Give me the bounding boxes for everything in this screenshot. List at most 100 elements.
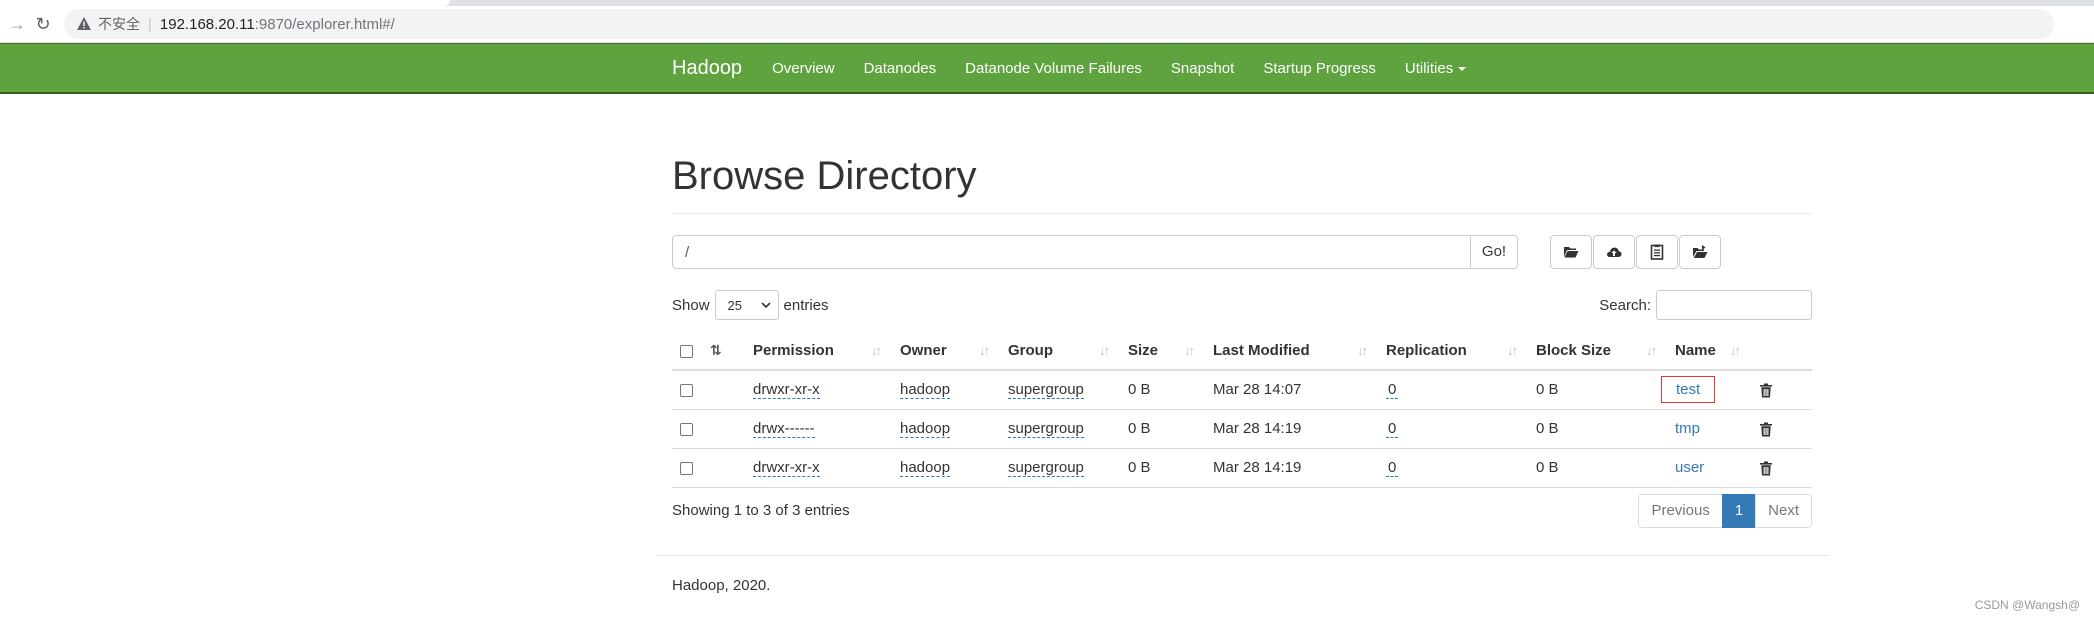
owner-cell: hadoop bbox=[892, 409, 1000, 449]
column-header-last-modified[interactable]: Last Modified ↓↑ bbox=[1205, 332, 1378, 371]
url-separator: | bbox=[148, 15, 152, 33]
row-checkbox-cell bbox=[672, 409, 702, 449]
trash-icon[interactable] bbox=[1759, 422, 1773, 437]
sort-icon: ↓↑ bbox=[1099, 343, 1110, 358]
cloud-upload-icon bbox=[1607, 247, 1622, 257]
nav-overview[interactable]: Overview bbox=[772, 60, 835, 77]
entries-per-page-select[interactable]: 25 bbox=[714, 290, 779, 320]
owner-value[interactable]: hadoop bbox=[900, 459, 951, 477]
nav-utilities-dropdown[interactable]: Utilities bbox=[1404, 60, 1467, 77]
search-input[interactable] bbox=[1656, 290, 1812, 320]
header-label: Replication bbox=[1386, 342, 1467, 359]
size-cell: 0 B bbox=[1120, 370, 1205, 410]
page-1-button[interactable]: 1 bbox=[1721, 494, 1757, 528]
nav-datanode-volume-failures[interactable]: Datanode Volume Failures bbox=[965, 60, 1142, 77]
directory-link[interactable]: test bbox=[1676, 381, 1700, 398]
column-header-group[interactable]: Group ↓↑ bbox=[1000, 332, 1120, 371]
actions-header bbox=[1751, 332, 1812, 371]
nav-utilities-label: Utilities bbox=[1404, 60, 1454, 77]
name-cell: tmp bbox=[1667, 409, 1751, 449]
permission-value[interactable]: drwx------ bbox=[753, 420, 815, 438]
header-label: Group bbox=[1008, 342, 1053, 359]
navbar-brand[interactable]: Hadoop bbox=[672, 57, 742, 80]
delete-cell bbox=[1751, 370, 1812, 410]
sort-header[interactable]: ⇅ bbox=[702, 332, 745, 371]
column-header-size[interactable]: Size ↓↑ bbox=[1120, 332, 1205, 371]
column-header-permission[interactable]: Permission ↓↑ bbox=[745, 332, 892, 371]
permission-value[interactable]: drwxr-xr-x bbox=[753, 381, 820, 400]
table-row: drwxr-xr-x hadoop supergroup 0 B Mar 28 … bbox=[672, 370, 1812, 410]
column-header-replication[interactable]: Replication ↓↑ bbox=[1378, 332, 1528, 371]
name-highlight-box: test bbox=[1661, 376, 1716, 404]
row-checkbox[interactable] bbox=[680, 383, 693, 397]
replication-cell: 0 bbox=[1378, 448, 1528, 488]
entries-label: entries bbox=[783, 296, 829, 314]
address-bar[interactable]: 不安全 | 192.168.20.11:9870/explorer.html#/ bbox=[64, 9, 2054, 39]
reload-icon[interactable]: ↻ bbox=[30, 14, 56, 35]
move-to-button[interactable] bbox=[1679, 235, 1721, 269]
header-label: Size bbox=[1128, 342, 1159, 359]
row-checkbox[interactable] bbox=[680, 461, 693, 475]
column-header-name[interactable]: Name ↓↑ bbox=[1667, 332, 1751, 371]
permission-value[interactable]: drwxr-xr-x bbox=[753, 459, 820, 477]
permission-cell: drwxr-xr-x bbox=[745, 448, 892, 488]
replication-cell: 0 bbox=[1378, 370, 1528, 410]
trash-icon[interactable] bbox=[1759, 461, 1773, 476]
owner-value[interactable]: hadoop bbox=[900, 420, 951, 438]
replication-value[interactable]: 0 bbox=[1386, 381, 1399, 400]
row-checkbox[interactable] bbox=[680, 422, 693, 436]
nav-startup-progress[interactable]: Startup Progress bbox=[1263, 60, 1376, 77]
trash-icon[interactable] bbox=[1759, 383, 1773, 398]
replication-value[interactable]: 0 bbox=[1386, 459, 1399, 477]
url-host: 192.168.20.11 bbox=[159, 15, 255, 33]
back-arrow-icon[interactable]: → bbox=[4, 14, 30, 35]
row-spacer-cell bbox=[702, 448, 745, 488]
top-navbar: Hadoop Overview Datanodes Datanode Volum… bbox=[0, 43, 2094, 94]
column-header-owner[interactable]: Owner ↓↑ bbox=[892, 332, 1000, 371]
group-cell: supergroup bbox=[1000, 370, 1120, 410]
replication-cell: 0 bbox=[1378, 409, 1528, 449]
header-label: Owner bbox=[900, 342, 947, 359]
table-header-row: ⇅ Permission ↓↑ Owner ↓↑ Group ↓↑ Size ↓↑ La… bbox=[672, 332, 1812, 371]
directory-link[interactable]: tmp bbox=[1675, 420, 1700, 437]
directory-path-input[interactable] bbox=[672, 235, 1471, 269]
select-all-checkbox[interactable] bbox=[680, 344, 693, 358]
go-button[interactable]: Go! bbox=[1470, 235, 1518, 269]
paste-button[interactable] bbox=[1636, 235, 1678, 269]
header-label: Block Size bbox=[1536, 342, 1612, 359]
modified-cell: Mar 28 14:19 bbox=[1205, 409, 1378, 449]
file-listing-table: ⇅ Permission ↓↑ Owner ↓↑ Group ↓↑ Size ↓↑ La… bbox=[672, 332, 1812, 488]
size-cell: 0 B bbox=[1120, 409, 1205, 449]
table-row: drwxr-xr-x hadoop supergroup 0 B Mar 28 … bbox=[672, 448, 1812, 488]
group-value[interactable]: supergroup bbox=[1008, 459, 1084, 477]
url-path: :9870/explorer.html#/ bbox=[254, 15, 395, 33]
header-label: Name bbox=[1675, 342, 1716, 359]
header-label: Last Modified bbox=[1213, 342, 1310, 359]
upload-files-button[interactable] bbox=[1593, 235, 1635, 269]
search-control: Search: bbox=[1599, 290, 1812, 320]
name-cell: user bbox=[1667, 448, 1751, 488]
next-page-button[interactable]: Next bbox=[1755, 494, 1812, 528]
create-directory-button[interactable] bbox=[1550, 235, 1592, 269]
group-value[interactable]: supergroup bbox=[1008, 381, 1084, 400]
pagination: Previous 1 Next bbox=[1638, 494, 1812, 528]
column-header-block-size[interactable]: Block Size ↓↑ bbox=[1528, 332, 1667, 371]
previous-page-button[interactable]: Previous bbox=[1638, 494, 1723, 528]
directory-link[interactable]: user bbox=[1675, 459, 1704, 476]
select-all-header bbox=[672, 332, 702, 371]
folder-open-icon bbox=[1564, 247, 1579, 258]
nav-snapshot[interactable]: Snapshot bbox=[1171, 60, 1234, 77]
chevron-down-icon bbox=[760, 301, 771, 308]
block-size-cell: 0 B bbox=[1528, 370, 1667, 410]
replication-value[interactable]: 0 bbox=[1386, 420, 1399, 438]
owner-cell: hadoop bbox=[892, 370, 1000, 410]
group-cell: supergroup bbox=[1000, 448, 1120, 488]
warning-icon[interactable] bbox=[76, 16, 92, 32]
insecure-label: 不安全 bbox=[98, 16, 140, 32]
group-value[interactable]: supergroup bbox=[1008, 420, 1084, 438]
entries-select-value: 25 bbox=[727, 297, 742, 313]
group-cell: supergroup bbox=[1000, 409, 1120, 449]
owner-value[interactable]: hadoop bbox=[900, 381, 951, 400]
nav-datanodes[interactable]: Datanodes bbox=[864, 60, 937, 77]
sort-order-icon[interactable]: ⇅ bbox=[710, 342, 722, 358]
